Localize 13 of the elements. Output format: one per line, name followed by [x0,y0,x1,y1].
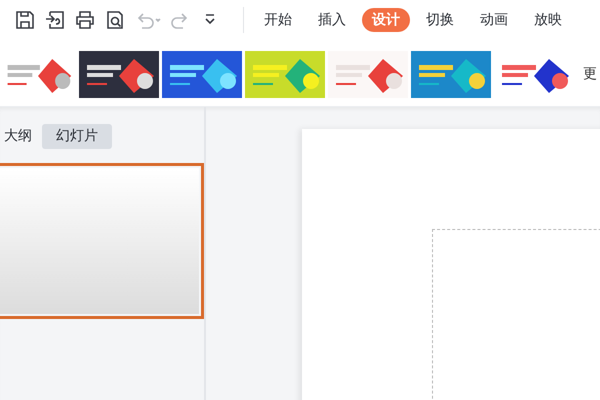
ribbon-tab[interactable]: 切换 [416,8,464,32]
save-icon[interactable] [14,9,36,31]
view-tab[interactable]: 幻灯片 [42,124,112,149]
print-icon[interactable] [74,9,96,31]
slide-thumbnail[interactable] [0,163,204,319]
ribbon-tab[interactable]: 插入 [308,8,356,32]
ribbon-tab[interactable]: 动画 [470,8,518,32]
export-icon[interactable] [44,9,66,31]
view-tab[interactable]: 大纲 [0,124,40,149]
ribbon-tab[interactable]: 放映 [524,8,572,32]
ribbon-tab[interactable]: 开始 [254,8,302,32]
preview-icon[interactable] [104,9,126,31]
more-link[interactable]: 更 [583,64,597,85]
